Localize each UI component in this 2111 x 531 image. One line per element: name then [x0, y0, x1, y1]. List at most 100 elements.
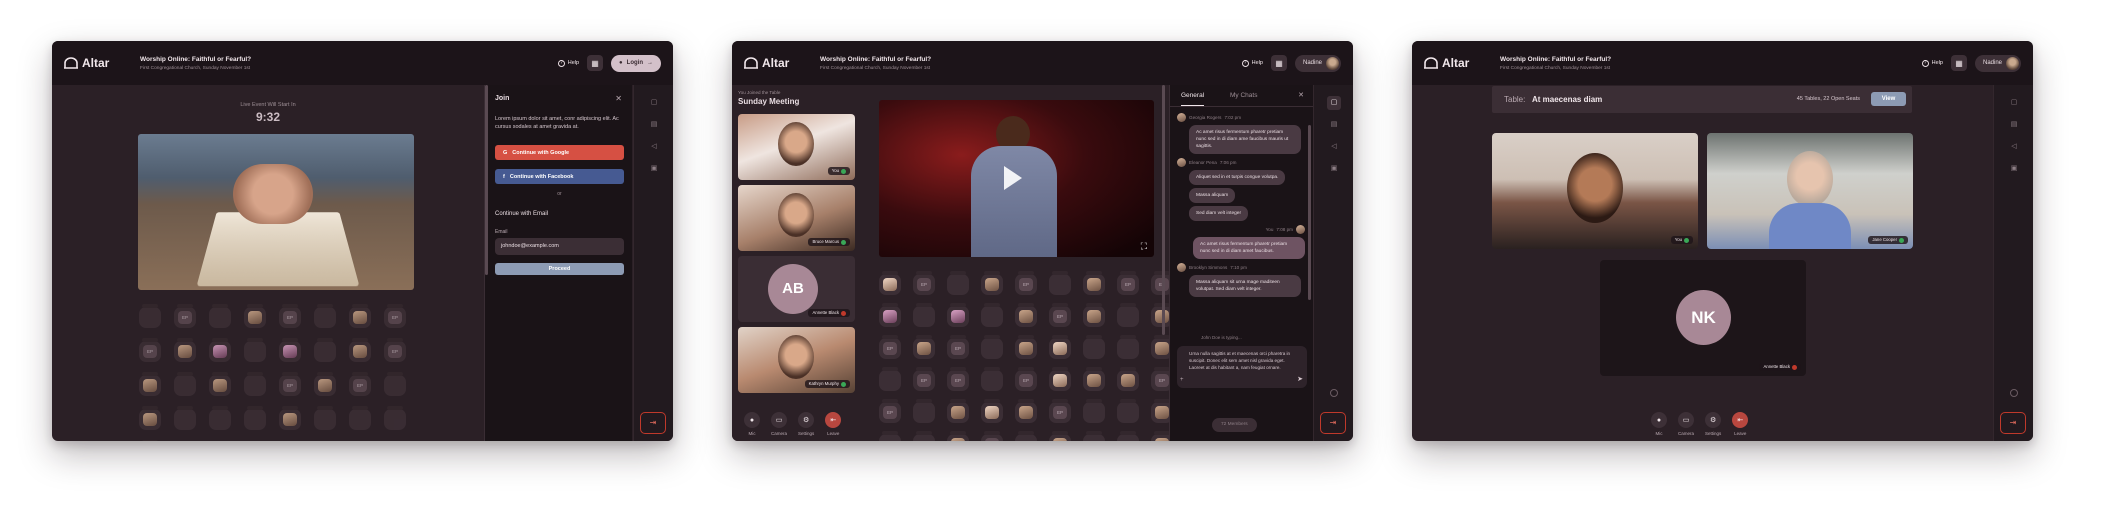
- seat[interactable]: [349, 338, 371, 362]
- seat[interactable]: [174, 372, 196, 396]
- help-button[interactable]: ? Help: [1921, 59, 1943, 67]
- seat[interactable]: [1015, 431, 1037, 441]
- seat[interactable]: [1015, 335, 1037, 359]
- seat[interactable]: EP: [1049, 399, 1071, 423]
- seat[interactable]: [879, 303, 901, 327]
- help-button[interactable]: ? Help: [1241, 59, 1263, 67]
- seat[interactable]: [1049, 367, 1071, 391]
- seat[interactable]: [244, 338, 266, 362]
- seat[interactable]: EP: [349, 372, 371, 396]
- seat[interactable]: [314, 372, 336, 396]
- seat[interactable]: EP: [1015, 271, 1037, 295]
- seat[interactable]: [879, 367, 901, 391]
- seat[interactable]: [384, 406, 406, 430]
- email-field[interactable]: johndoe@example.com: [495, 238, 624, 255]
- altar-logo[interactable]: Altar: [744, 56, 810, 70]
- mic-button[interactable]: ● Mic: [744, 412, 760, 436]
- seat[interactable]: [981, 335, 1003, 359]
- user-menu[interactable]: Nadine: [1294, 54, 1341, 72]
- seat[interactable]: [1083, 431, 1105, 441]
- seat[interactable]: EP: [279, 304, 301, 328]
- user-menu[interactable]: Nadine: [1974, 54, 2021, 72]
- camera-button[interactable]: ▭ Camera: [1678, 412, 1694, 436]
- fullscreen-icon[interactable]: ⛶: [1141, 241, 1147, 252]
- grid-view-button[interactable]: ▦: [1270, 55, 1287, 71]
- message-input[interactable]: Urna nulla sagittis at et maecenas orci …: [1177, 346, 1307, 388]
- seat[interactable]: [139, 372, 161, 396]
- seat[interactable]: [1083, 399, 1105, 423]
- seat[interactable]: [349, 406, 371, 430]
- tab-my-chats[interactable]: My Chats: [1230, 92, 1257, 99]
- seat[interactable]: [209, 304, 231, 328]
- seat[interactable]: [139, 406, 161, 430]
- seat[interactable]: EP: [384, 304, 406, 328]
- gift-icon[interactable]: ▣: [2007, 162, 2021, 176]
- notes-icon[interactable]: ▤: [647, 118, 661, 132]
- seat[interactable]: [209, 406, 231, 430]
- more-icon[interactable]: [2010, 389, 2018, 397]
- exit-button[interactable]: ⇥: [640, 412, 666, 434]
- mic-button[interactable]: ● Mic: [1651, 412, 1667, 436]
- seat[interactable]: EP: [279, 372, 301, 396]
- seat[interactable]: EP: [1015, 367, 1037, 391]
- seat[interactable]: [1049, 271, 1071, 295]
- altar-logo[interactable]: Altar: [1424, 56, 1490, 70]
- login-button[interactable]: ● Login →: [611, 54, 661, 72]
- seat[interactable]: [1049, 431, 1071, 441]
- grid-view-button[interactable]: ▦: [587, 55, 604, 71]
- seat[interactable]: [981, 303, 1003, 327]
- seat[interactable]: EP: [1049, 303, 1071, 327]
- seat[interactable]: [314, 406, 336, 430]
- seat[interactable]: [913, 303, 935, 327]
- seat[interactable]: [879, 431, 901, 441]
- announce-icon[interactable]: ◁: [2007, 140, 2021, 154]
- seat[interactable]: [913, 431, 935, 441]
- announce-icon[interactable]: ◁: [647, 140, 661, 154]
- chat-icon[interactable]: ▢: [2007, 96, 2021, 110]
- seat[interactable]: [913, 335, 935, 359]
- seat[interactable]: [279, 406, 301, 430]
- seat[interactable]: [209, 338, 231, 362]
- seat[interactable]: [209, 372, 231, 396]
- seat[interactable]: EP: [913, 367, 935, 391]
- seat[interactable]: [349, 304, 371, 328]
- seat[interactable]: EP: [1117, 271, 1139, 295]
- settings-button[interactable]: ⚙ Settings: [798, 412, 814, 436]
- tab-general[interactable]: General: [1181, 92, 1205, 106]
- seat[interactable]: EP: [139, 338, 161, 362]
- grid-view-button[interactable]: ▦: [1950, 55, 1967, 71]
- seat[interactable]: [947, 431, 969, 441]
- seat[interactable]: [279, 338, 301, 362]
- seat[interactable]: [174, 338, 196, 362]
- seat[interactable]: [981, 271, 1003, 295]
- seat[interactable]: [913, 399, 935, 423]
- seat[interactable]: EP: [947, 367, 969, 391]
- seat[interactable]: [314, 304, 336, 328]
- seat[interactable]: [244, 406, 266, 430]
- google-button[interactable]: G Continue with Google: [495, 145, 624, 160]
- gift-icon[interactable]: ▣: [1327, 162, 1341, 176]
- seat[interactable]: EP: [879, 335, 901, 359]
- seat[interactable]: [174, 406, 196, 430]
- exit-button[interactable]: ⇥: [1320, 412, 1346, 434]
- leave-button[interactable]: ⇤ Leave: [1732, 412, 1749, 436]
- seat[interactable]: [1083, 367, 1105, 391]
- altar-logo[interactable]: Altar: [64, 56, 130, 70]
- notes-icon[interactable]: ▤: [2007, 118, 2021, 132]
- seat[interactable]: [1117, 335, 1139, 359]
- seat[interactable]: [1015, 399, 1037, 423]
- camera-button[interactable]: ▭ Camera: [771, 412, 787, 436]
- seat[interactable]: [1117, 431, 1139, 441]
- help-button[interactable]: ? Help: [557, 59, 579, 67]
- view-button[interactable]: View: [1871, 92, 1906, 106]
- video-player[interactable]: ⛶: [879, 100, 1154, 257]
- seat[interactable]: EP: [981, 431, 1003, 441]
- gift-icon[interactable]: ▣: [647, 162, 661, 176]
- seat[interactable]: [947, 303, 969, 327]
- seat[interactable]: [1015, 303, 1037, 327]
- close-icon[interactable]: ✕: [1298, 91, 1304, 99]
- announce-icon[interactable]: ◁: [1327, 140, 1341, 154]
- seat[interactable]: [139, 304, 161, 328]
- seat[interactable]: EP: [174, 304, 196, 328]
- seat[interactable]: [981, 367, 1003, 391]
